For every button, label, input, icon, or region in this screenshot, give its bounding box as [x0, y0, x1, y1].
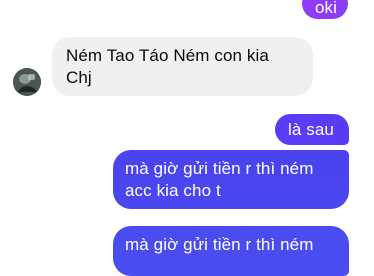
contact-avatar-icon[interactable]: [13, 68, 41, 96]
message-text-line: Chj: [66, 68, 92, 87]
outgoing-message-bubble[interactable]: mà giờ gửi tiền r thì ném: [113, 226, 349, 276]
outgoing-message-bubble[interactable]: mà giờ gửi tiền r thì ném acc kia cho t: [113, 150, 349, 209]
message-text: là sau: [288, 120, 334, 139]
incoming-message-bubble[interactable]: Ném Tao Táo Ném con kia Chj: [52, 37, 313, 96]
outgoing-message-bubble[interactable]: là sau: [275, 114, 349, 145]
profile-avatar-icon: [13, 68, 41, 96]
message-text: mà giờ gửi tiền r thì ném: [125, 235, 314, 254]
outgoing-message-bubble[interactable]: oki: [302, 0, 348, 19]
message-text: oki: [315, 0, 338, 17]
message-text-line: acc kia cho t: [125, 181, 221, 200]
message-text-line: Ném Tao Táo Ném con kia: [66, 46, 269, 65]
message-text-line: mà giờ gửi tiền r thì ném: [125, 159, 314, 178]
